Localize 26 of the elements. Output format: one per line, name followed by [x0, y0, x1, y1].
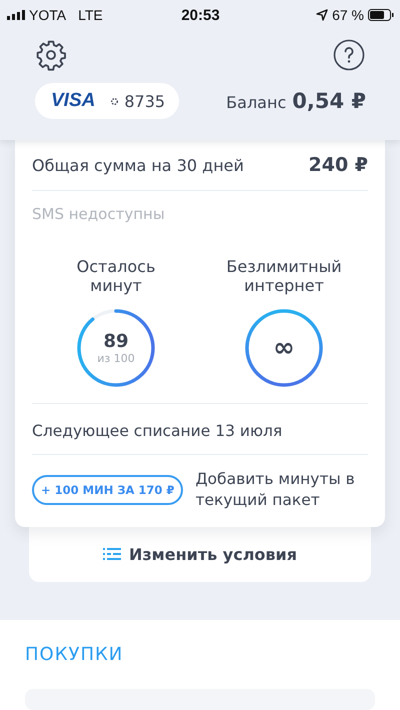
signal-icon — [7, 10, 25, 20]
add-minutes-text: Добавить минуты в текущий пакет — [195, 469, 356, 511]
location-icon — [316, 9, 328, 21]
meter-title: Осталось минут — [76, 256, 156, 295]
settings-icon[interactable] — [35, 39, 67, 71]
balance-label: Баланс — [226, 93, 286, 112]
change-terms-button[interactable]: Изменить условия — [29, 526, 371, 582]
meter-title: Безлимитный интернет — [229, 256, 339, 295]
battery-icon — [368, 9, 394, 21]
infinity-sign: ∞ — [273, 333, 295, 363]
status-time: 20:53 — [181, 6, 220, 24]
next-charge-text: Следующее списание 13 июля — [32, 422, 284, 440]
total-label: Общая сумма на 30 дней — [32, 156, 244, 174]
total-value: 240 ₽ — [308, 154, 368, 176]
network-type: LTE — [78, 7, 103, 23]
list-icon — [102, 547, 121, 562]
asterisk-icon — [110, 96, 120, 106]
help-icon[interactable] — [333, 39, 365, 71]
battery-percent: 67 % — [332, 7, 364, 23]
payment-card-button[interactable]: VISA 8735 — [35, 83, 180, 119]
minutes-left: 89 — [103, 331, 129, 352]
sms-note: SMS недоступны — [32, 205, 166, 223]
balance-value: 0,54 ₽ — [292, 89, 366, 113]
carrier-name: YOTA — [29, 7, 66, 23]
minutes-total: из 100 — [97, 352, 135, 365]
section-title: ПОКУПКИ — [25, 644, 124, 665]
